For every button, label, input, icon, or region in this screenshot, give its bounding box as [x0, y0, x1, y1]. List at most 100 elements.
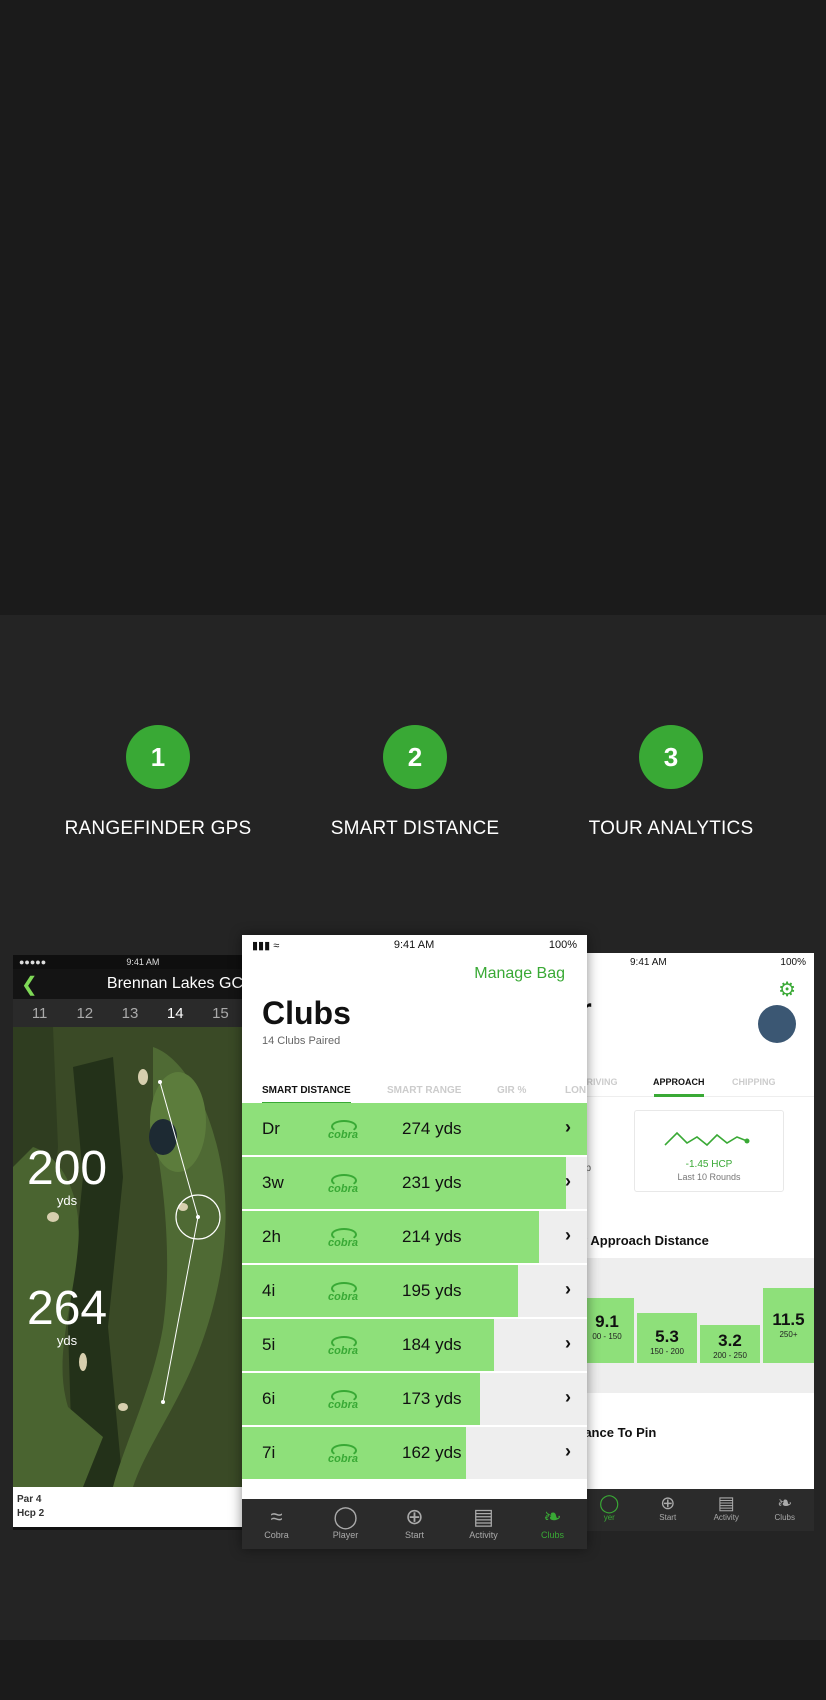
gear-icon[interactable]: ⚙	[778, 977, 796, 1002]
chevron-right-icon: ›	[565, 1225, 571, 1245]
club-name: 3w	[262, 1173, 284, 1192]
step-number-badge: 3	[639, 725, 703, 789]
status-bar: ▮▮▮ ≈ 9:41 AM 100%	[242, 935, 587, 955]
hcp-value: -1.45 HCP	[685, 1159, 733, 1170]
tab-activity[interactable]: ▤ Activity	[697, 1489, 756, 1531]
tab-clubs[interactable]: ❧ Clubs	[518, 1499, 587, 1549]
step-smart-distance: 2 SMART DISTANCE	[295, 725, 535, 840]
cobra-icon: ≈	[270, 1504, 283, 1529]
clubs-tabs: SMART DISTANCE SMART RANGE GIR % LON	[242, 1075, 587, 1105]
clubs-phone-screen: ▮▮▮ ≈ 9:41 AM 100% Manage Bag Clubs 14 C…	[242, 935, 587, 1549]
chevron-right-icon: ›	[565, 1117, 571, 1137]
club-list: Dr cobra 274 yds › 3w cobra 231 yds › 2h cobra 214…	[242, 1103, 587, 1481]
avatar[interactable]	[758, 1005, 796, 1043]
club-row[interactable]: Dr cobra 274 yds ›	[242, 1103, 587, 1155]
club-row[interactable]: 4i cobra 195 yds ›	[242, 1265, 587, 1317]
back-chevron-icon[interactable]: ❮	[21, 972, 47, 997]
tab-smart-range[interactable]: SMART RANGE	[387, 1085, 461, 1096]
tab-player[interactable]: ◯ Player	[311, 1499, 380, 1549]
step-tour-analytics: 3 TOUR ANALYTICS	[551, 725, 791, 840]
hcp-label: Hcp 2	[17, 1508, 45, 1519]
hole-info-footer: Par 4 Hcp 2	[13, 1487, 243, 1527]
tab-gir[interactable]: GIR %	[497, 1085, 526, 1096]
chevron-right-icon: ›	[565, 1279, 571, 1299]
manage-bag-button[interactable]: Manage Bag	[474, 965, 565, 983]
activity-icon: ▤	[717, 1493, 735, 1513]
par-label: Par 4	[17, 1494, 42, 1505]
hcp-trend-card[interactable]: -1.45 HCP Last 10 Rounds	[634, 1110, 784, 1192]
distance-readout-back: 264 yds	[27, 1282, 108, 1349]
club-row[interactable]: 2h cobra 214 yds ›	[242, 1211, 587, 1263]
club-distance: 184 yds	[402, 1335, 462, 1354]
clubs-icon: ❧	[543, 1504, 562, 1529]
club-distance: 195 yds	[402, 1281, 462, 1300]
club-distance: 231 yds	[402, 1173, 462, 1192]
active-tab-indicator	[654, 1094, 704, 1097]
distance-bar	[242, 1265, 518, 1317]
step-label: RANGEFINDER GPS	[64, 818, 252, 839]
cobra-logo-icon: cobra	[317, 1277, 369, 1305]
distance-value: 200	[27, 1142, 108, 1195]
club-row[interactable]: 7i cobra 162 yds ›	[242, 1427, 587, 1479]
status-time: 9:41 AM	[126, 957, 160, 967]
chevron-right-icon: ›	[565, 1441, 571, 1461]
status-bar: 9:41 AM 100%	[580, 953, 814, 973]
tab-chipping[interactable]: CHIPPING	[732, 1077, 776, 1087]
distance-readout-front: 200 yds	[27, 1142, 108, 1209]
course-aerial-map[interactable]: 200 yds 264 yds	[13, 1027, 243, 1487]
battery-level: 100%	[548, 939, 577, 951]
club-row[interactable]: 3w cobra 231 yds ›	[242, 1157, 587, 1209]
cobra-logo-icon: cobra	[317, 1331, 369, 1359]
activity-icon: ▤	[473, 1504, 494, 1529]
hole-tab[interactable]: 15	[198, 1005, 243, 1022]
distance-unit: yds	[56, 1333, 78, 1348]
club-distance: 173 yds	[402, 1389, 462, 1408]
club-name: 7i	[262, 1443, 276, 1462]
chevron-right-icon: ›	[565, 1171, 571, 1191]
club-distance: 274 yds	[402, 1119, 462, 1138]
clubs-paired-count: 14 Clubs Paired	[262, 1035, 341, 1047]
bottom-band	[0, 1640, 826, 1700]
club-name: 6i	[262, 1389, 276, 1408]
gps-header: ❮ Brennan Lakes GC	[13, 969, 243, 999]
club-name: 5i	[262, 1335, 276, 1354]
step-number-badge: 1	[126, 725, 190, 789]
cobra-logo-icon: cobra	[317, 1115, 369, 1143]
tab-clubs[interactable]: ❧ Clubs	[756, 1489, 815, 1531]
distance-unit: yds	[56, 1193, 78, 1208]
chevron-right-icon: ›	[565, 1387, 571, 1407]
tab-start[interactable]: ⊕ Start	[380, 1499, 449, 1549]
course-title: Brennan Lakes GC	[106, 975, 243, 992]
tab-smart-distance[interactable]: SMART DISTANCE	[262, 1085, 351, 1096]
hole-tab[interactable]: 11	[17, 1005, 62, 1022]
distance-value: 264	[27, 1282, 108, 1335]
tab-bar: ≈ Cobra ◯ Player ⊕ Start ▤ Activity ❧ Clubs	[242, 1499, 587, 1549]
section-title-approach: y Approach Distance	[580, 1233, 709, 1248]
step-rangefinder: 1 RANGEFINDER GPS	[38, 725, 278, 840]
hole-tab[interactable]: 12	[62, 1005, 107, 1022]
club-name: 2h	[262, 1227, 281, 1246]
club-row[interactable]: 5i cobra 184 yds ›	[242, 1319, 587, 1371]
analytics-tabs: DRIVING APPROACH CHIPPING	[580, 1069, 814, 1097]
tab-activity[interactable]: ▤ Activity	[449, 1499, 518, 1549]
plus-circle-icon: ⊕	[405, 1504, 424, 1529]
club-row[interactable]: 6i cobra 173 yds ›	[242, 1373, 587, 1425]
tab-bar: ◯ yer ⊕ Start ▤ Activity ❧ Clubs	[580, 1489, 814, 1531]
step-number-badge: 2	[383, 725, 447, 789]
page-title: Clubs	[262, 995, 351, 1031]
club-distance: 214 yds	[402, 1227, 462, 1246]
tab-cobra[interactable]: ≈ Cobra	[242, 1499, 311, 1549]
step-label: SMART DISTANCE	[330, 818, 500, 839]
analytics-phone-screen: 9:41 AM 100% ⚙ r DRIVING APPROACH CHIPPI…	[580, 953, 814, 1531]
status-bar: ●●●●● ︎ 9:41 AM	[13, 955, 243, 969]
tab-longest[interactable]: LON	[565, 1085, 586, 1096]
status-time: 9:41 AM	[393, 939, 435, 951]
tab-player[interactable]: ◯ yer	[580, 1489, 639, 1531]
trend-sparkline	[664, 1131, 750, 1147]
tab-approach[interactable]: APPROACH	[653, 1077, 705, 1087]
hole-tab-current[interactable]: 14	[153, 1005, 198, 1022]
hcp-caption: Last 10 Rounds	[677, 1172, 741, 1182]
tab-start[interactable]: ⊕ Start	[639, 1489, 698, 1531]
clubs-icon: ❧	[777, 1493, 793, 1513]
hole-tab[interactable]: 13	[107, 1005, 152, 1022]
